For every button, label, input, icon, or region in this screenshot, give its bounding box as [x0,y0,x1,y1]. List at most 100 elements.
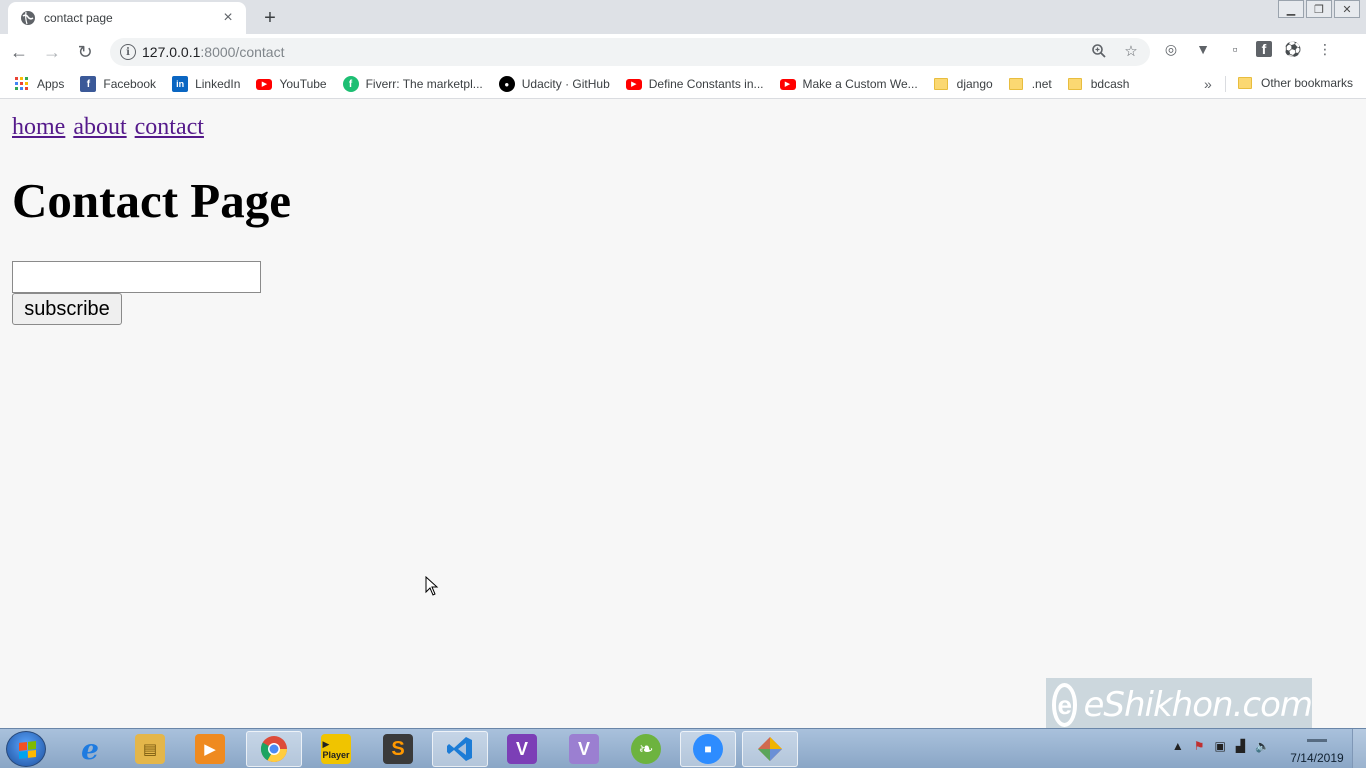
vpn-icon[interactable]: ▼ [1192,38,1214,60]
folder-icon [1238,77,1252,89]
taskbar-vscode[interactable] [432,731,488,767]
bookmark-apps[interactable]: Apps [14,76,64,92]
taskbar-visual-studio[interactable]: V [494,731,550,767]
watermark-text: eShikhon.com [1083,685,1313,725]
apps-grid-icon [14,76,30,92]
bookmark-define-constants[interactable]: ▶ Define Constants in... [625,77,764,91]
plus-icon[interactable]: + [258,6,282,30]
tab-title: contact page [44,11,113,25]
flag-icon[interactable]: ⚑ [1194,739,1205,753]
browser-tab[interactable]: contact page × [8,2,246,34]
reload-icon[interactable]: ↻ [71,38,99,66]
sublime-text-icon: S [383,734,413,764]
other-bookmarks-label: Other bookmarks [1261,76,1354,90]
globe-icon [20,10,36,26]
taskbar-file-explorer[interactable]: ▤ [122,731,178,767]
visual-studio-2-icon: V [569,734,599,764]
folder-icon [933,78,948,90]
facebook-icon[interactable]: f [1256,41,1272,57]
close-icon[interactable]: × [220,9,236,26]
youtube-icon: ▶ [779,78,796,90]
show-desktop-button[interactable] [1352,729,1366,768]
back-arrow-icon[interactable]: ← [5,38,33,66]
bookmark-facebook[interactable]: f Facebook [80,76,156,92]
clock-time: ▬▬ [1307,734,1327,745]
bookmark-label: .net [1031,77,1052,91]
linkedin-icon: in [172,76,189,92]
bookmark-folder-bdcash[interactable]: bdcash [1067,77,1130,91]
taskbar: e ▤ ▶ ▶ Player S V V ❧ ■ ▲ ⚑ ▣ ▟ 🔈 ▬▬ 7/… [0,728,1366,768]
bookmark-linkedin[interactable]: in LinkedIn [172,76,240,92]
file-explorer-icon: ▤ [135,734,165,764]
browser-toolbar: ← → ↻ i 127.0.0.1:8000/contact ☆ ◎ ▼ ▫ f… [0,34,1366,70]
forward-arrow-icon[interactable]: → [38,38,66,66]
window-controls: ▁ ❐ ✕ [1276,0,1360,18]
zoom-icon[interactable] [1090,42,1108,60]
spring-icon: ❧ [631,734,661,764]
bookmark-youtube[interactable]: ▶ YouTube [256,77,327,91]
url-host: 127.0.0.1 [142,44,201,60]
taskbar-zoom[interactable]: ■ [680,731,736,767]
window-close-icon[interactable]: ✕ [1334,0,1360,18]
system-clock[interactable]: ▬▬ 7/14/2019 [1286,731,1348,767]
fiverr-icon: f [342,76,359,92]
taskbar-spring[interactable]: ❧ [618,731,674,767]
show-hidden-icon[interactable]: ▲ [1172,739,1184,753]
bookmark-folder-dotnet[interactable]: .net [1008,77,1052,91]
media-player-icon: ▶ [195,734,225,764]
taskbar-internet-explorer[interactable]: e [62,731,118,767]
bookmark-folder-django[interactable]: django [933,77,993,91]
start-button[interactable] [6,731,46,767]
url-path: :8000/contact [200,44,285,60]
watermark: e eShikhon.com [1046,678,1313,732]
nav-link-contact[interactable]: contact [135,114,204,140]
subscribe-button[interactable]: subscribe [12,293,122,325]
facebook-icon: f [80,76,97,92]
blank-extension-icon[interactable]: ▫ [1224,38,1246,60]
bookmark-udacity-github[interactable]: ● Udacity · GitHub [498,76,610,92]
clock-date: 7/14/2019 [1290,751,1344,765]
menu-icon[interactable]: ⋮ [1314,38,1336,60]
soccer-icon[interactable]: ⚽ [1282,38,1304,60]
bookmark-label: Make a Custom We... [802,77,918,91]
info-icon[interactable]: i [120,44,136,60]
signal-icon[interactable]: ▟ [1236,739,1245,753]
bookmarks-bar: Apps f Facebook in LinkedIn ▶ YouTube f … [0,70,1366,99]
youtube-icon: ▶ [256,78,273,90]
subscribe-input[interactable] [12,261,261,293]
bookmark-label: bdcash [1090,77,1130,91]
taskbar-visual-studio-2[interactable]: V [556,731,612,767]
taskbar-kite[interactable] [742,731,798,767]
address-bar[interactable]: i 127.0.0.1:8000/contact ☆ [110,38,1150,66]
taskbar-media-player[interactable]: ▶ [182,731,238,767]
zoom-icon: ■ [693,734,723,764]
bookmark-custom-web[interactable]: ▶ Make a Custom We... [779,77,918,91]
taskbar-chrome[interactable] [246,731,302,767]
system-tray: ▲ ⚑ ▣ ▟ 🔈 [1172,739,1270,753]
more-bookmarks-icon[interactable]: » [1204,76,1212,92]
minimize-icon[interactable]: ▁ [1278,0,1304,18]
restore-icon[interactable]: ❐ [1306,0,1332,18]
nav-link-about[interactable]: about [73,114,126,140]
bookmark-fiverr[interactable]: f Fiverr: The marketpl... [342,76,483,92]
taskbar-sublime-text[interactable]: S [370,731,426,767]
taskbar-kmplayer[interactable]: ▶ Player [308,731,364,767]
other-bookmarks[interactable]: Other bookmarks [1238,76,1353,90]
youtube-icon: ▶ [625,78,642,90]
kite-icon [755,734,785,764]
extension-icon[interactable]: ◎ [1160,38,1182,60]
network-device-icon[interactable]: ▣ [1214,739,1225,753]
volume-icon[interactable]: 🔈 [1255,739,1270,753]
bookmark-label: Facebook [103,77,157,91]
kmplayer-icon: ▶ Player [321,734,351,764]
chrome-icon [259,734,289,764]
star-icon[interactable]: ☆ [1122,42,1140,60]
extension-icons: ◎ ▼ ▫ f ⚽ ⋮ [1160,38,1336,60]
bookmark-label: Fiverr: The marketpl... [365,77,483,91]
visual-studio-icon: V [507,734,537,764]
github-icon: ● [498,76,515,92]
bookmark-label: LinkedIn [195,77,241,91]
folder-icon [1008,78,1023,90]
nav-link-home[interactable]: home [12,114,65,140]
bookmark-label: Udacity · GitHub [521,77,610,91]
